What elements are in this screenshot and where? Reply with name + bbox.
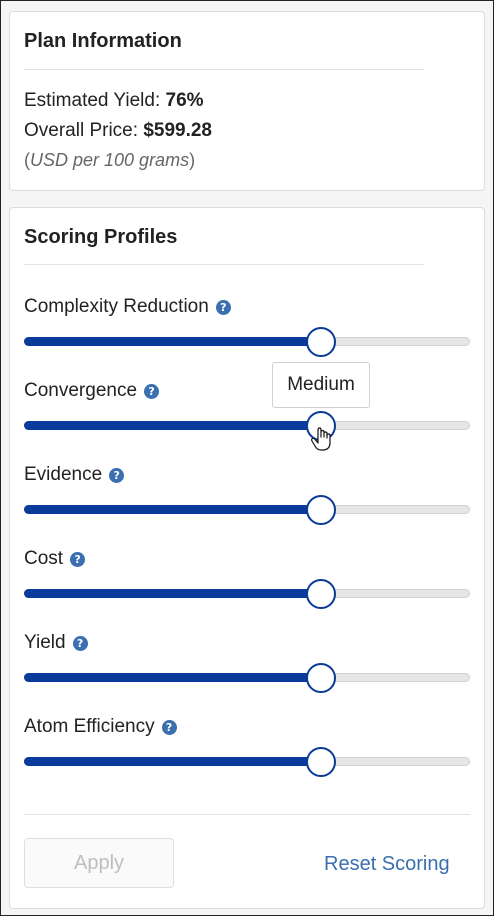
reset-scoring-link[interactable]: Reset Scoring: [324, 853, 450, 876]
overall-price-value: $599.28: [143, 120, 212, 141]
estimated-yield-value: 76%: [165, 90, 204, 111]
plan-information-card: Plan Information Estimated Yield: 76% Ov…: [9, 11, 485, 191]
slider-value-tooltip: Medium: [272, 362, 370, 408]
hand-cursor-icon: [311, 427, 331, 451]
slider-label: Convergence ?: [24, 380, 160, 402]
slider-fill: [24, 421, 321, 430]
scoring-panel: Plan Information Estimated Yield: 76% Ov…: [0, 0, 494, 916]
slider-fill: [24, 505, 321, 514]
slider-thumb[interactable]: [306, 495, 336, 525]
help-icon[interactable]: ?: [70, 551, 86, 567]
estimated-yield-label: Estimated Yield:: [24, 90, 161, 111]
help-icon[interactable]: ?: [144, 383, 160, 399]
price-unit-note: (USD per 100 grams): [24, 150, 196, 170]
slider-thumb[interactable]: [306, 663, 336, 693]
help-icon[interactable]: ?: [72, 635, 88, 651]
divider: [24, 264, 424, 265]
slider-fill: [24, 589, 321, 598]
help-icon[interactable]: ?: [109, 467, 125, 483]
scoring-profiles-title: Scoring Profiles: [24, 226, 178, 248]
slider-label: Yield ?: [24, 632, 88, 654]
price-unit-text: USD per 100 grams: [30, 150, 190, 170]
slider-label: Complexity Reduction ?: [24, 296, 231, 318]
slider-label: Atom Efficiency ?: [24, 716, 177, 738]
slider-thumb[interactable]: [306, 747, 336, 777]
slider-fill: [24, 673, 321, 682]
slider-thumb[interactable]: [306, 327, 336, 357]
estimated-yield: Estimated Yield: 76%: [24, 90, 204, 112]
help-icon[interactable]: ?: [215, 299, 231, 315]
slider-thumb[interactable]: [306, 579, 336, 609]
plan-information-title: Plan Information: [24, 30, 182, 52]
slider-label: Cost ?: [24, 548, 86, 570]
slider-fill: [24, 337, 321, 346]
scoring-profiles-card: Scoring Profiles Complexity Reduction ? …: [9, 207, 485, 909]
help-icon[interactable]: ?: [161, 719, 177, 735]
divider: [24, 814, 470, 815]
overall-price-label: Overall Price:: [24, 120, 139, 141]
slider-label: Evidence ?: [24, 464, 125, 486]
apply-button[interactable]: Apply: [24, 838, 174, 888]
slider-fill: [24, 757, 321, 766]
overall-price: Overall Price: $599.28: [24, 120, 212, 142]
divider: [24, 69, 424, 70]
